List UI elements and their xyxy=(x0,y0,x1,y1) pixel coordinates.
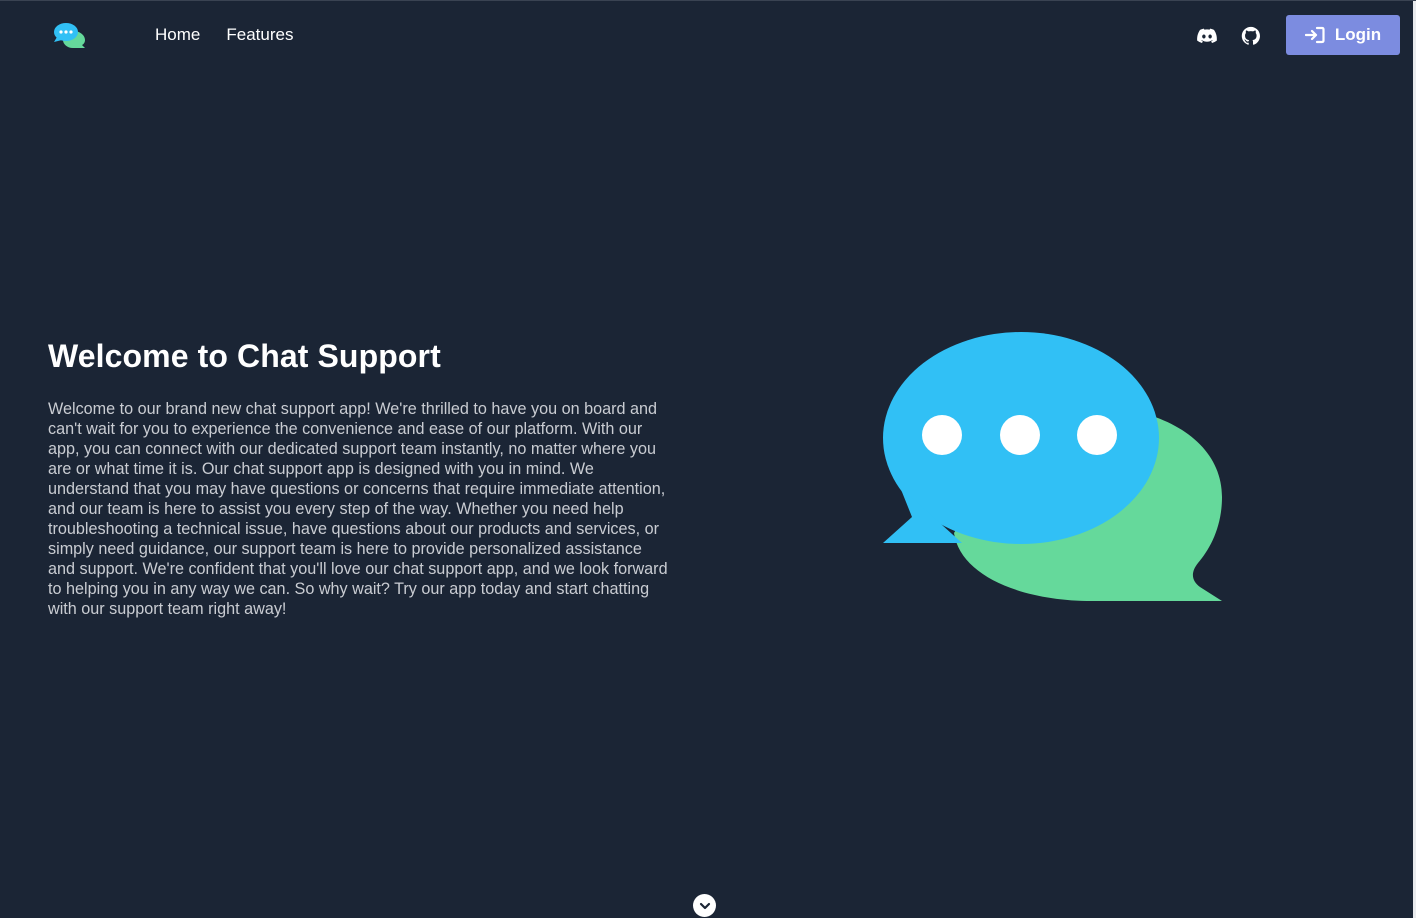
nav-link-home[interactable]: Home xyxy=(155,25,200,45)
landing-page: Home Features Login Welcome to Chat Supp… xyxy=(0,0,1416,918)
hero-title: Welcome to Chat Support xyxy=(48,338,441,374)
logo-chat-icon[interactable] xyxy=(53,22,87,50)
sign-in-icon xyxy=(1304,26,1325,44)
chevron-down-icon xyxy=(699,902,710,909)
nav-link-features[interactable]: Features xyxy=(226,25,293,45)
login-label: Login xyxy=(1334,25,1382,44)
login-button[interactable]: Login xyxy=(1286,15,1400,55)
social-icons xyxy=(1196,25,1262,47)
typing-dot xyxy=(1000,415,1040,455)
github-icon[interactable] xyxy=(1240,25,1262,47)
navbar: Home Features Login xyxy=(0,1,1413,69)
hero-description: Welcome to our brand new chat support ap… xyxy=(48,400,668,618)
scroll-down-button[interactable] xyxy=(693,894,716,917)
typing-dot xyxy=(922,415,962,455)
chat-bubbles-illustration xyxy=(880,329,1225,605)
nav-links: Home Features xyxy=(155,25,293,45)
discord-icon[interactable] xyxy=(1196,25,1218,47)
typing-dot xyxy=(1077,415,1117,455)
